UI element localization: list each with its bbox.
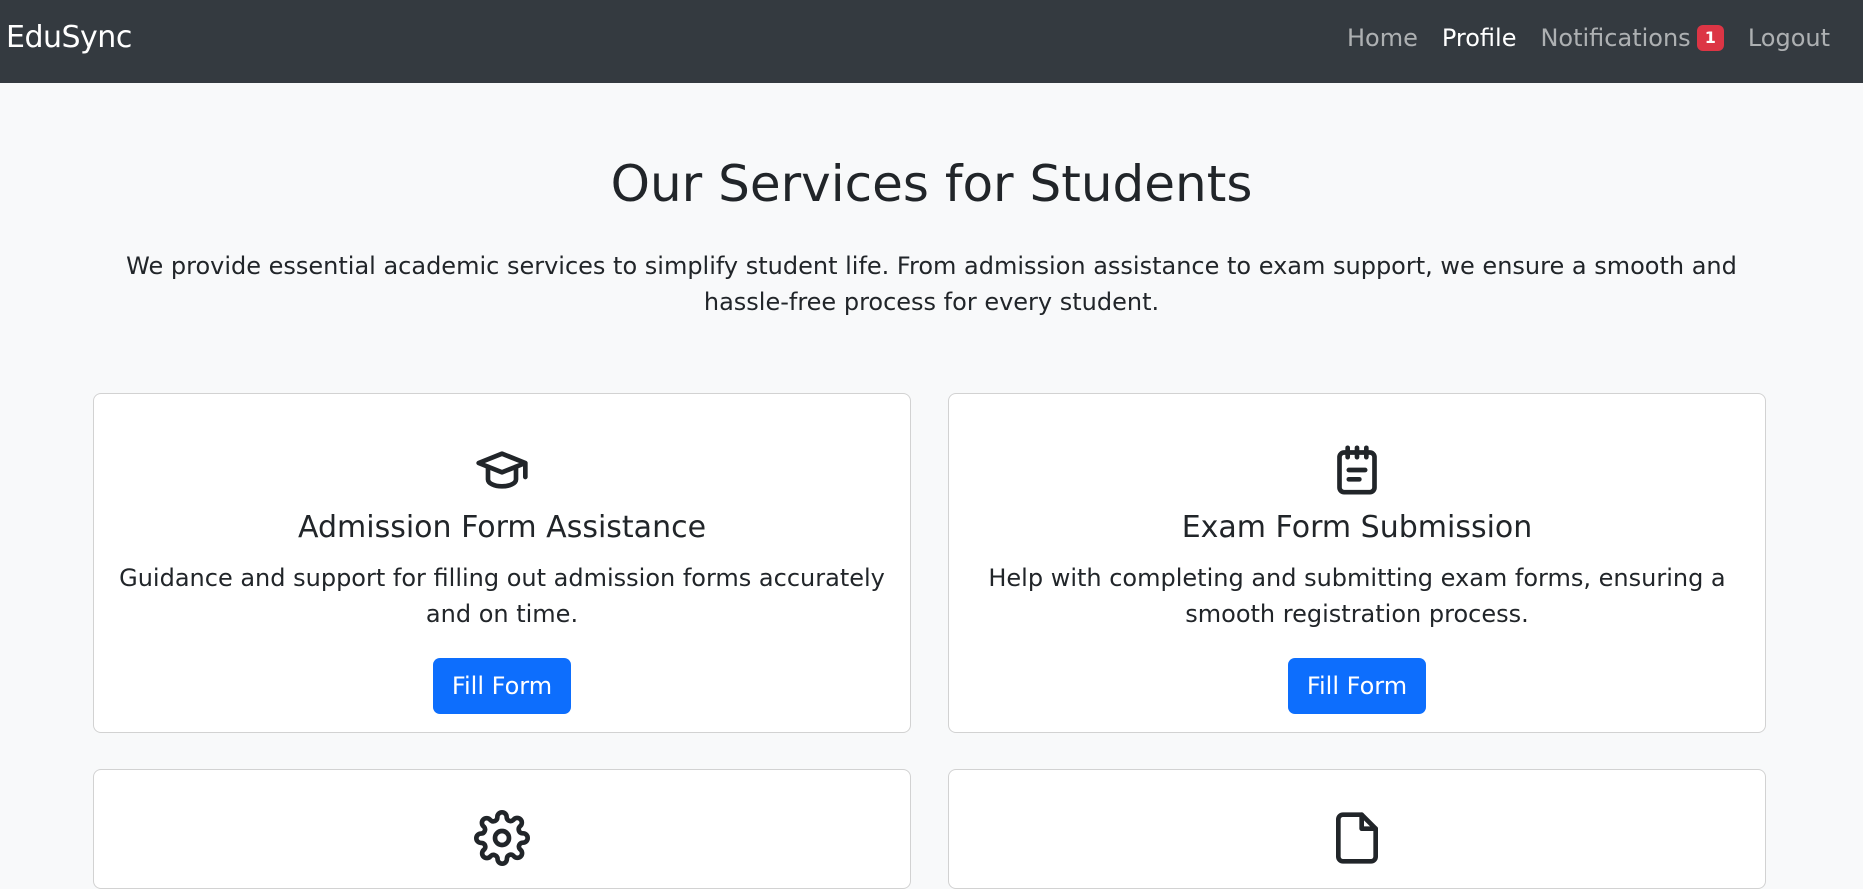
nav-notifications[interactable]: Notifications 1 <box>1528 22 1735 54</box>
nav-notifications-label: Notifications <box>1540 24 1691 52</box>
service-title: Exam Form Submission <box>1181 510 1533 545</box>
document-icon <box>1336 812 1378 864</box>
graduation-cap-icon <box>476 451 528 489</box>
brand-logo[interactable]: EduSync <box>6 20 132 55</box>
service-description: Help with completing and submitting exam… <box>988 564 1726 628</box>
page-subtitle: We provide essential academic services t… <box>126 252 1737 316</box>
nav-home[interactable]: Home <box>1335 22 1430 54</box>
service-description: Guidance and support for filling out adm… <box>119 564 885 628</box>
gear-icon <box>474 810 530 866</box>
navbar: EduSync Home Profile Notifications 1 Log… <box>0 0 1863 83</box>
nav-logout[interactable]: Logout <box>1736 22 1842 54</box>
service-title: Admission Form Assistance <box>297 510 707 545</box>
fill-form-button[interactable]: Fill Form <box>432 658 572 714</box>
service-card-admission: Admission Form Assistance Guidance and s… <box>93 393 911 733</box>
nav-links: Home Profile Notifications 1 Logout <box>1335 22 1842 54</box>
fill-form-button[interactable]: Fill Form <box>1287 658 1427 714</box>
service-card-exam: Exam Form Submission Help with completin… <box>948 393 1766 733</box>
nav-profile[interactable]: Profile <box>1430 22 1529 54</box>
service-card-3 <box>93 769 911 889</box>
service-card-4 <box>948 769 1766 889</box>
notepad-icon <box>1337 445 1377 495</box>
notification-count-badge: 1 <box>1696 25 1724 51</box>
page-title: Our Services for Students <box>610 155 1253 213</box>
